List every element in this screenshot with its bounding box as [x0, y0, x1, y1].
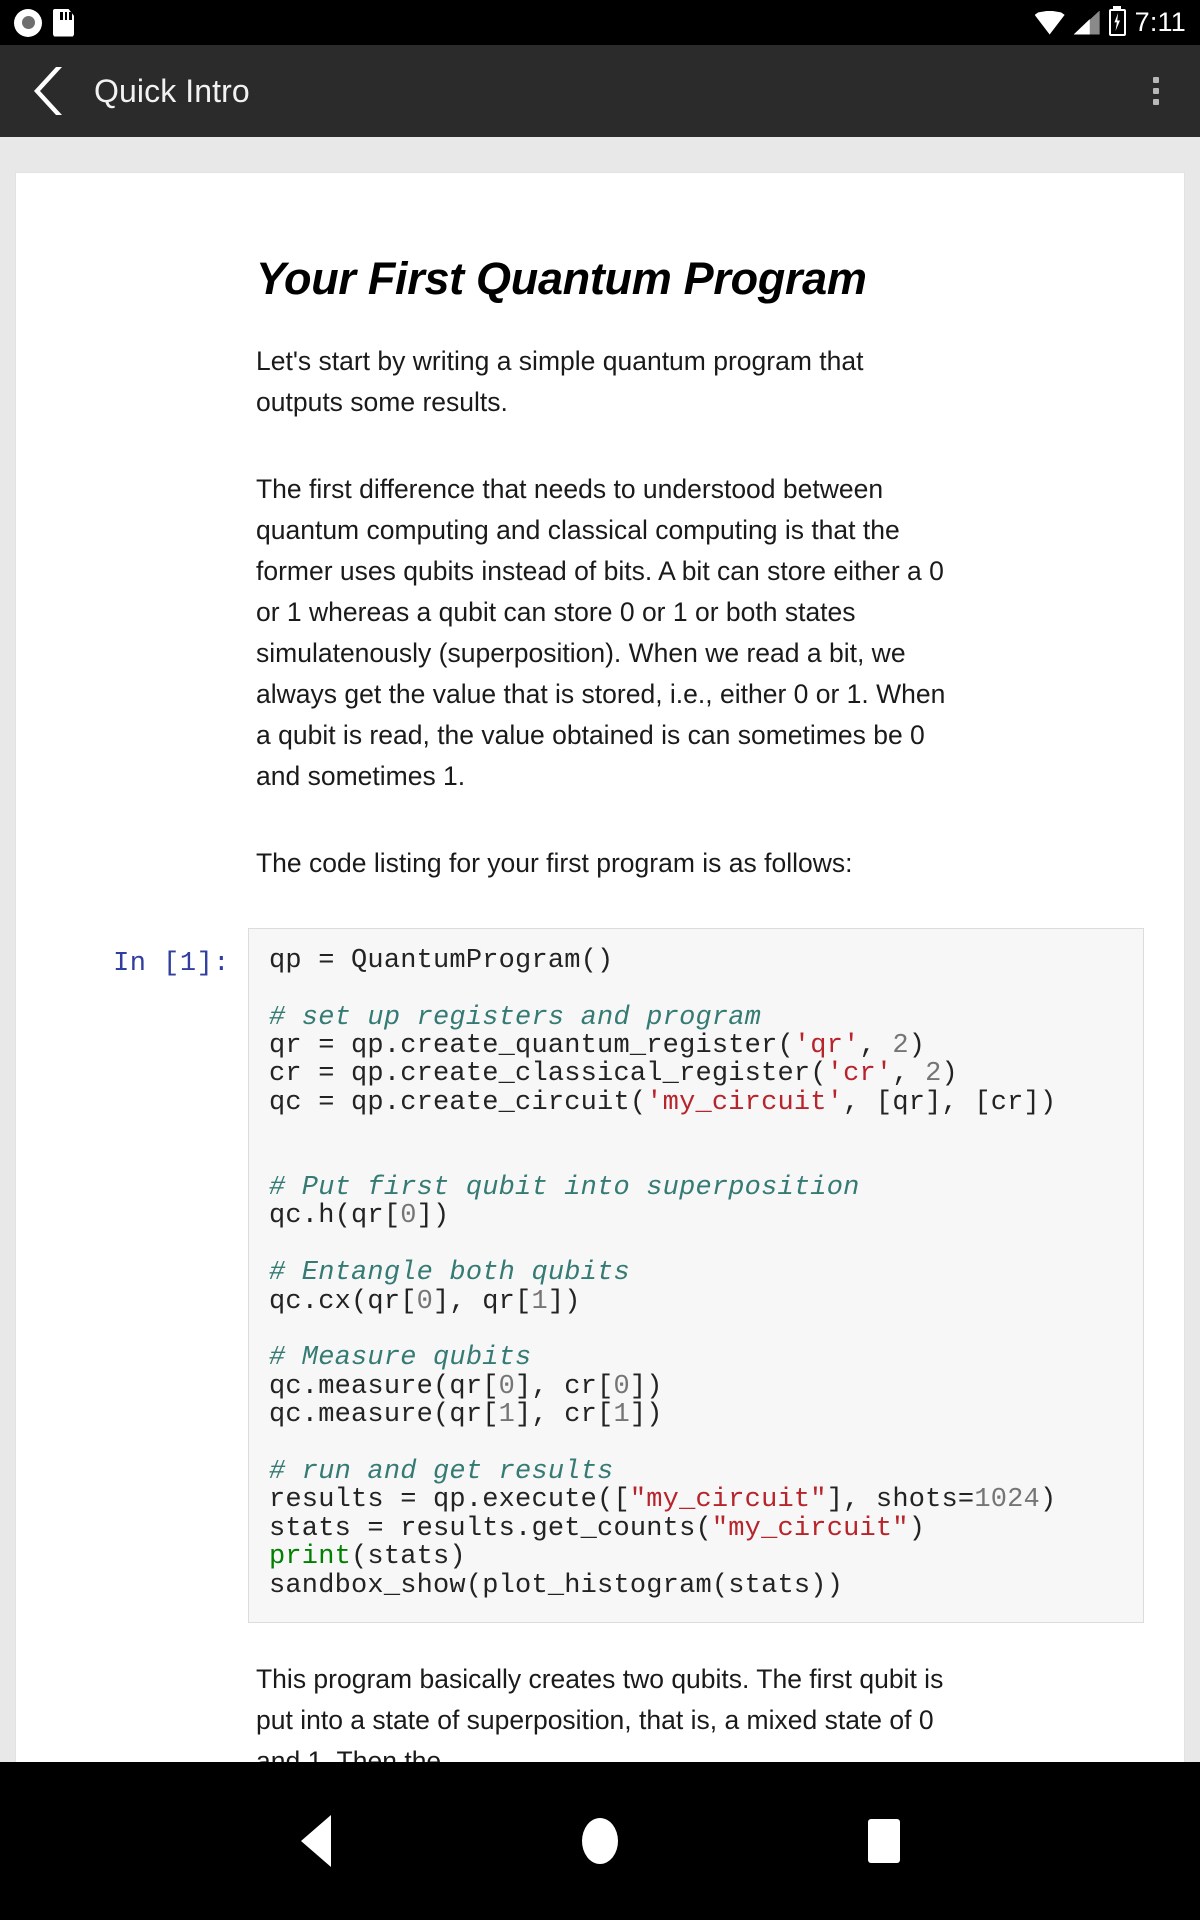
- nav-home-icon: [582, 1818, 618, 1864]
- status-bar-left-icons: [14, 8, 74, 37]
- nav-recents-button[interactable]: [847, 1804, 921, 1878]
- battery-charging-icon: [1108, 9, 1126, 36]
- notebook-page: Your First Quantum Program Let's start b…: [15, 172, 1185, 1762]
- nav-recents-icon: [868, 1819, 900, 1863]
- page-title: Quick Intro: [94, 72, 250, 109]
- nav-home-button[interactable]: [563, 1804, 637, 1878]
- paragraph-program-summary: This program basically creates two qubit…: [256, 1664, 944, 1762]
- status-bar-clock: 7:11: [1134, 7, 1186, 37]
- status-bar-right-icons: 7:11: [1034, 7, 1186, 38]
- nav-back-icon: [301, 1815, 331, 1867]
- back-button[interactable]: [26, 64, 72, 118]
- sdcard-icon: [53, 8, 74, 37]
- wifi-icon: [1034, 10, 1065, 35]
- status-bar: 7:11: [0, 0, 1200, 45]
- code-cell-input-prompt: In [1]:: [113, 948, 230, 979]
- system-navigation-bar: [0, 1762, 1200, 1920]
- back-chevron-icon: [34, 67, 62, 115]
- code-source: qp = QuantumProgram() # set up registers…: [269, 945, 1057, 1601]
- paragraph-code-listing-lead: The code listing for your first program …: [256, 847, 853, 878]
- overflow-menu-icon[interactable]: [1134, 63, 1178, 119]
- code-cell[interactable]: In [1]: qp = QuantumProgram() # set up r…: [56, 927, 1144, 1624]
- nav-back-button[interactable]: [279, 1804, 353, 1878]
- cell-signal-icon: [1073, 10, 1100, 35]
- record-icon: [14, 8, 42, 37]
- notebook-heading: Your First Quantum Program: [256, 253, 867, 304]
- code-cell-editor[interactable]: qp = QuantumProgram() # set up registers…: [248, 927, 1144, 1624]
- paragraph-qubits-explanation: The first difference that needs to under…: [256, 473, 946, 791]
- phone-screen: 7:11 Quick Intro Your First Quantum Prog…: [0, 0, 1200, 1920]
- app-bar: Quick Intro: [0, 45, 1200, 137]
- webview-content[interactable]: Your First Quantum Program Let's start b…: [0, 137, 1200, 1762]
- paragraph-intro: Let's start by writing a simple quantum …: [256, 345, 864, 417]
